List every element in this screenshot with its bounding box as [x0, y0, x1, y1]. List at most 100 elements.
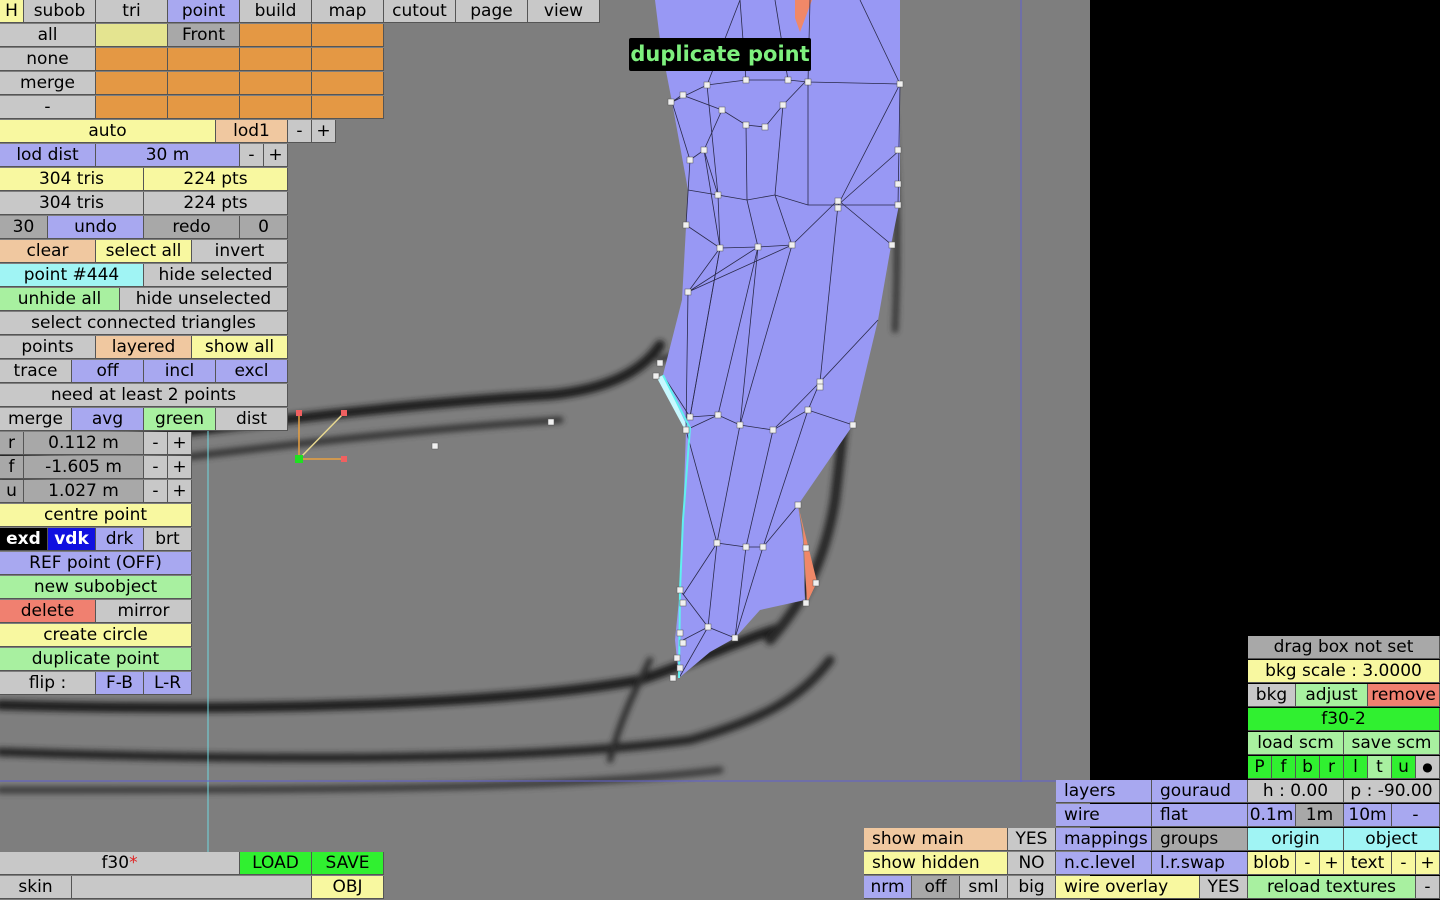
text-minus-button[interactable]: -: [1392, 852, 1416, 875]
shade-exd-button[interactable]: exd: [0, 528, 48, 551]
menu-point[interactable]: point: [168, 0, 240, 23]
mappings-button[interactable]: mappings: [1056, 828, 1152, 851]
step-dash-button[interactable]: -: [1392, 804, 1440, 827]
object-button[interactable]: object: [1344, 828, 1440, 851]
menu-map[interactable]: map: [312, 0, 384, 23]
layers-button[interactable]: layers: [1056, 780, 1152, 803]
wire-overlay-value[interactable]: YES: [1200, 876, 1248, 899]
wire-overlay-button[interactable]: wire overlay: [1056, 876, 1200, 899]
merge-avg-button[interactable]: avg: [72, 408, 144, 431]
bkg-remove-button[interactable]: remove: [1368, 684, 1440, 707]
save-button[interactable]: SAVE: [312, 852, 384, 875]
view-l-button[interactable]: l: [1344, 756, 1368, 779]
points-mode-button[interactable]: points: [0, 336, 96, 359]
select-all-rows[interactable]: all: [0, 24, 96, 47]
blob-minus-button[interactable]: -: [1296, 852, 1320, 875]
size-nrm-button[interactable]: nrm: [864, 876, 912, 899]
show-main-button[interactable]: show main: [864, 828, 1008, 851]
invert-selection-button[interactable]: invert: [192, 240, 288, 263]
coord-f-plus-button[interactable]: +: [168, 456, 192, 479]
wire-button[interactable]: wire: [1056, 804, 1152, 827]
flat-button[interactable]: flat: [1152, 804, 1248, 827]
lr-swap-button[interactable]: l.r.swap: [1152, 852, 1248, 875]
lod-dist-minus-button[interactable]: -: [240, 144, 264, 167]
menu-tri[interactable]: tri: [96, 0, 168, 23]
grid-cell[interactable]: [96, 48, 168, 71]
hide-unselected-button[interactable]: hide unselected: [120, 288, 288, 311]
trace-off-button[interactable]: off: [72, 360, 144, 383]
centre-point-button[interactable]: centre point: [0, 504, 192, 527]
grid-cell[interactable]: [96, 24, 168, 47]
undo-button[interactable]: undo: [48, 216, 144, 239]
coord-u-value[interactable]: 1.027 m: [24, 480, 144, 503]
blob-button[interactable]: blob: [1248, 852, 1296, 875]
menu-view[interactable]: view: [528, 0, 600, 23]
view-u-button[interactable]: u: [1392, 756, 1416, 779]
coord-u-minus-button[interactable]: -: [144, 480, 168, 503]
new-subobject-button[interactable]: new subobject: [0, 576, 192, 599]
lod-level-button[interactable]: lod1: [216, 120, 288, 143]
text-button[interactable]: text: [1344, 852, 1392, 875]
step-01m-button[interactable]: 0.1m: [1248, 804, 1296, 827]
grid-cell[interactable]: [240, 96, 312, 119]
bkg-name-field[interactable]: f30-2: [1248, 708, 1440, 731]
ref-point-button[interactable]: REF point (OFF): [0, 552, 192, 575]
save-scm-button[interactable]: save scm: [1344, 732, 1440, 755]
view-dot-icon[interactable]: ●: [1416, 756, 1440, 779]
size-sml-button[interactable]: sml: [960, 876, 1008, 899]
grid-cell[interactable]: [168, 48, 240, 71]
grid-cell[interactable]: [240, 48, 312, 71]
skin-button[interactable]: skin: [0, 876, 72, 899]
coord-f-minus-button[interactable]: -: [144, 456, 168, 479]
hide-selected-button[interactable]: hide selected: [144, 264, 288, 287]
merge-green-button[interactable]: green: [144, 408, 216, 431]
layered-mode-button[interactable]: layered: [96, 336, 192, 359]
grid-cell[interactable]: [240, 24, 312, 47]
clear-selection-button[interactable]: clear: [0, 240, 96, 263]
grid-cell[interactable]: [240, 72, 312, 95]
step-1m-button[interactable]: 1m: [1296, 804, 1344, 827]
filename-field[interactable]: f30*: [0, 852, 240, 875]
flip-lr-button[interactable]: L-R: [144, 672, 192, 695]
show-main-value[interactable]: YES: [1008, 828, 1056, 851]
lod-auto-button[interactable]: auto: [0, 120, 216, 143]
grid-cell[interactable]: [168, 72, 240, 95]
duplicate-point-button[interactable]: duplicate point: [0, 648, 192, 671]
load-button[interactable]: LOAD: [240, 852, 312, 875]
lod-minus-button[interactable]: -: [288, 120, 312, 143]
shade-brt-button[interactable]: brt: [144, 528, 192, 551]
lod-plus-button[interactable]: +: [312, 120, 336, 143]
menu-h[interactable]: H: [0, 0, 24, 23]
grid-cell[interactable]: [96, 72, 168, 95]
view-r-button[interactable]: r: [1320, 756, 1344, 779]
text-plus-button[interactable]: +: [1416, 852, 1440, 875]
groups-button[interactable]: groups: [1152, 828, 1248, 851]
grid-cell[interactable]: [312, 48, 384, 71]
coord-r-value[interactable]: 0.112 m: [24, 432, 144, 455]
view-p-button[interactable]: P: [1248, 756, 1272, 779]
coord-r-plus-button[interactable]: +: [168, 432, 192, 455]
heading-value[interactable]: h : 0.00: [1248, 780, 1344, 803]
grid-cell[interactable]: [168, 96, 240, 119]
coord-r-minus-button[interactable]: -: [144, 432, 168, 455]
merge-dist-button[interactable]: dist: [216, 408, 288, 431]
select-none[interactable]: none: [0, 48, 96, 71]
grid-cell[interactable]: [312, 96, 384, 119]
lod-dist-plus-button[interactable]: +: [264, 144, 288, 167]
size-big-button[interactable]: big: [1008, 876, 1056, 899]
bkg-adjust-button[interactable]: adjust: [1296, 684, 1368, 707]
blob-plus-button[interactable]: +: [1320, 852, 1344, 875]
mirror-button[interactable]: mirror: [96, 600, 192, 623]
merge-button[interactable]: merge: [0, 408, 72, 431]
shade-drk-button[interactable]: drk: [96, 528, 144, 551]
size-off-button[interactable]: off: [912, 876, 960, 899]
shade-vdk-button[interactable]: vdk: [48, 528, 96, 551]
delete-button[interactable]: delete: [0, 600, 96, 623]
grid-cell[interactable]: [312, 72, 384, 95]
grid-cell[interactable]: [312, 24, 384, 47]
select-connected-triangles-button[interactable]: select connected triangles: [0, 312, 288, 335]
pitch-value[interactable]: p : -90.00: [1344, 780, 1440, 803]
show-hidden-value[interactable]: NO: [1008, 852, 1056, 875]
menu-page[interactable]: page: [456, 0, 528, 23]
view-f-button[interactable]: f: [1272, 756, 1296, 779]
